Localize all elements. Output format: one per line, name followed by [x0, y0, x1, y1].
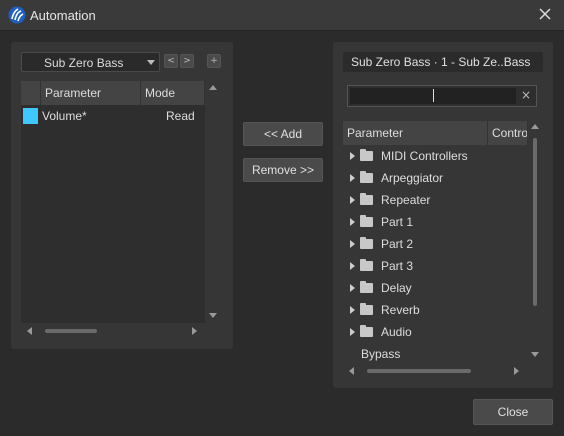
window-title: Automation — [30, 8, 96, 23]
folder-icon — [360, 193, 373, 205]
scroll-right-icon[interactable] — [514, 367, 519, 375]
tree-item-part-3[interactable]: Part 3 — [333, 255, 528, 277]
folder-icon — [360, 303, 373, 315]
tree-item-part-2[interactable]: Part 2 — [333, 233, 528, 255]
track-select-dropdown[interactable]: Sub Zero Bass — [21, 52, 160, 72]
clear-search-icon[interactable]: × — [521, 88, 531, 102]
vertical-scrollbar[interactable] — [205, 81, 219, 323]
horizontal-scroll-thumb[interactable] — [367, 369, 471, 373]
expand-arrow-icon[interactable] — [350, 240, 355, 248]
tree-item-midi-controllers[interactable]: MIDI Controllers — [333, 145, 528, 167]
expand-arrow-icon[interactable] — [350, 328, 355, 336]
expand-arrow-icon[interactable] — [350, 306, 355, 314]
expand-arrow-icon[interactable] — [350, 284, 355, 292]
remove-button[interactable]: Remove >> — [243, 158, 323, 182]
next-track-button[interactable]: > — [180, 54, 194, 68]
scroll-up-icon[interactable] — [531, 124, 539, 129]
text-caret — [433, 89, 434, 102]
parameter-browser-panel: Sub Zero Bass · 1 - Sub Ze..Bass × Param… — [333, 42, 553, 388]
close-icon[interactable] — [536, 5, 554, 23]
chevron-down-icon — [147, 60, 155, 65]
track-name-label: Sub Zero Bass · 1 - Sub Ze..Bass — [343, 52, 543, 72]
automation-track-list — [21, 105, 205, 323]
folder-icon — [360, 215, 373, 227]
expand-arrow-icon[interactable] — [350, 174, 355, 182]
folder-icon — [360, 281, 373, 293]
expand-arrow-icon[interactable] — [350, 262, 355, 270]
close-button[interactable]: Close — [473, 399, 553, 425]
scroll-left-icon[interactable] — [349, 367, 354, 375]
folder-icon — [360, 149, 373, 161]
tree-item-audio[interactable]: Audio — [333, 321, 528, 343]
scroll-left-icon[interactable] — [27, 327, 32, 335]
track-select-value: Sub Zero Bass — [44, 56, 124, 70]
color-column-header — [21, 81, 41, 105]
folder-icon — [360, 171, 373, 183]
row-parameter[interactable]: Volume* — [42, 109, 87, 123]
title-bar: Automation — [0, 0, 564, 31]
tree-item-reverb[interactable]: Reverb — [333, 299, 528, 321]
tree-item-arpeggiator[interactable]: Arpeggiator — [333, 167, 528, 189]
column-header-mode[interactable]: Mode — [141, 81, 205, 105]
column-header-parameter[interactable]: Parameter — [41, 81, 141, 105]
track-color-swatch — [23, 108, 38, 124]
scroll-right-icon[interactable] — [192, 327, 197, 335]
column-header-parameter[interactable]: Parameter — [343, 121, 488, 145]
folder-icon — [360, 325, 373, 337]
scroll-down-icon[interactable] — [531, 352, 539, 357]
prev-track-button[interactable]: < — [164, 54, 178, 68]
expand-arrow-icon[interactable] — [350, 218, 355, 226]
vertical-scroll-thumb[interactable] — [533, 138, 537, 306]
tree-item-delay[interactable]: Delay — [333, 277, 528, 299]
tree-item-bypass[interactable]: Bypass — [333, 343, 528, 365]
row-mode[interactable]: Read — [166, 109, 195, 123]
add-track-button[interactable]: + — [207, 54, 221, 68]
app-logo-icon — [8, 6, 26, 24]
search-field[interactable]: × — [347, 85, 537, 107]
expand-arrow-icon[interactable] — [350, 196, 355, 204]
tree-item-repeater[interactable]: Repeater — [333, 189, 528, 211]
folder-icon — [360, 259, 373, 271]
folder-icon — [360, 237, 373, 249]
expand-arrow-icon[interactable] — [350, 152, 355, 160]
horizontal-scroll-thumb[interactable] — [45, 329, 97, 333]
automation-tracks-panel: Sub Zero Bass < > + Parameter Mode Volum… — [11, 42, 233, 349]
column-header-control[interactable]: Contro — [488, 121, 528, 145]
scroll-down-icon[interactable] — [209, 313, 217, 318]
add-button[interactable]: << Add — [243, 122, 323, 146]
scroll-up-icon[interactable] — [209, 85, 217, 90]
tree-item-part-1[interactable]: Part 1 — [333, 211, 528, 233]
